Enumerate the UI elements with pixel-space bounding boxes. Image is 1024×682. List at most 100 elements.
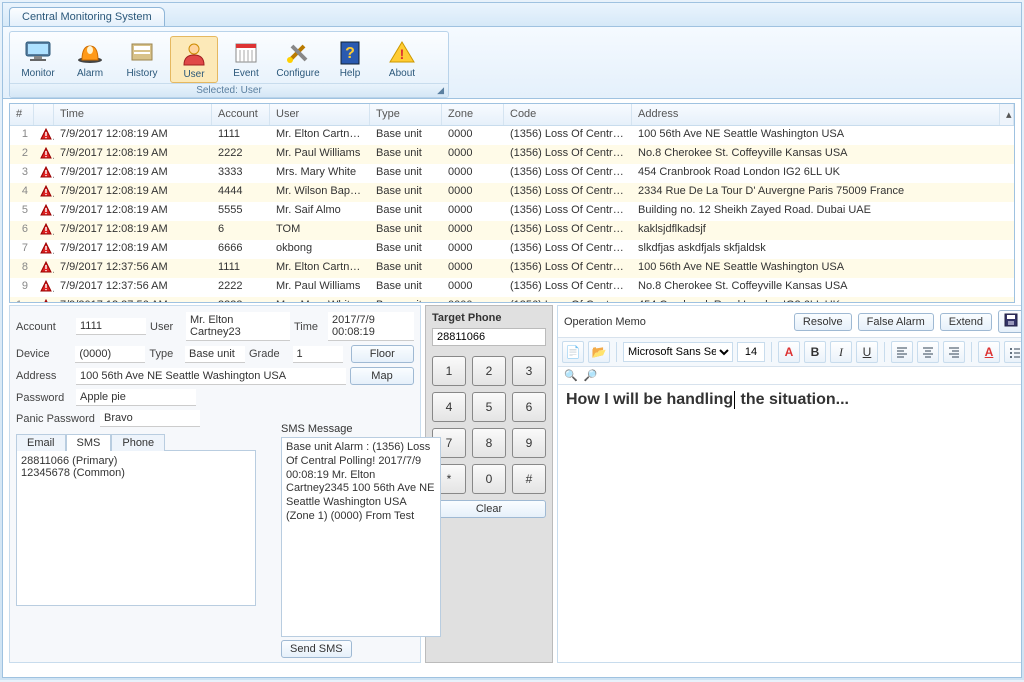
ribbon-label: User <box>183 69 204 80</box>
find-next-icon[interactable]: 🔎 <box>584 369 598 382</box>
send-sms-button[interactable]: Send SMS <box>281 640 352 658</box>
target-phone-label: Target Phone <box>432 312 546 324</box>
keypad-2[interactable]: 2 <box>472 356 506 386</box>
keypad-6[interactable]: 6 <box>512 392 546 422</box>
bold-icon[interactable]: B <box>804 341 826 363</box>
align-center-icon[interactable] <box>917 341 939 363</box>
false-alarm-button[interactable]: False Alarm <box>858 313 934 331</box>
memo-editor[interactable]: How I will be handling the situation... <box>558 384 1022 662</box>
table-row[interactable]: 17/9/2017 12:08:19 AM1111Mr. Elton Cartn… <box>10 126 1014 145</box>
keypad-1[interactable]: 1 <box>432 356 466 386</box>
bullets-icon[interactable] <box>1004 341 1022 363</box>
font-color-icon[interactable]: A <box>778 341 800 363</box>
field-account: 1111 <box>76 318 146 335</box>
ribbon-configure[interactable]: Configure <box>274 36 322 83</box>
field-type: Base unit <box>185 346 245 363</box>
font-size-input[interactable] <box>737 342 765 362</box>
table-row[interactable]: 107/9/2017 12:37:56 AM3333Mrs. Mary Whit… <box>10 297 1014 302</box>
alarm-icon <box>74 38 106 66</box>
list-item[interactable]: 12345678 (Common) <box>21 467 251 479</box>
keypad-5[interactable]: 5 <box>472 392 506 422</box>
keypad-9[interactable]: 9 <box>512 428 546 458</box>
field-address: 100 56th Ave NE Seattle Washington USA <box>76 368 346 385</box>
ribbon-help[interactable]: ? Help <box>326 36 374 83</box>
app-tab-label: Central Monitoring System <box>22 11 152 23</box>
configure-icon <box>282 38 314 66</box>
clear-button[interactable]: Clear <box>432 500 546 518</box>
save-icon <box>1004 313 1018 327</box>
table-row[interactable]: 67/9/2017 12:08:19 AM6TOMBase unit0000(1… <box>10 221 1014 240</box>
keypad-0[interactable]: 0 <box>472 464 506 494</box>
field-password: Apple pie <box>76 389 196 406</box>
table-row[interactable]: 87/9/2017 12:37:56 AM1111Mr. Elton Cartn… <box>10 259 1014 278</box>
tab-sms[interactable]: SMS <box>66 434 112 451</box>
tab-email[interactable]: Email <box>16 434 66 451</box>
font-select[interactable]: Microsoft Sans Ser <box>623 342 733 362</box>
new-doc-icon[interactable]: 📄 <box>562 341 584 363</box>
scroll-up-icon[interactable]: ▴ <box>1000 104 1014 125</box>
label-panic: Panic Password <box>16 413 96 425</box>
ribbon-label: Configure <box>276 68 319 79</box>
svg-text:!: ! <box>400 46 405 62</box>
map-button[interactable]: Map <box>350 367 414 385</box>
field-user: Mr. Elton Cartney23 <box>186 312 290 341</box>
svg-text:?: ? <box>345 45 355 62</box>
sms-contact-list[interactable]: 28811066 (Primary) 12345678 (Common) <box>16 451 256 606</box>
help-icon: ? <box>334 38 366 66</box>
ribbon-label: Event <box>233 68 259 79</box>
list-item[interactable]: 28811066 (Primary) <box>21 455 251 467</box>
alert-icon <box>34 202 54 221</box>
underline-icon[interactable]: U <box>856 341 878 363</box>
app-tab[interactable]: Central Monitoring System <box>9 7 165 26</box>
table-row[interactable]: 47/9/2017 12:08:19 AM4444Mr. Wilson Bapt… <box>10 183 1014 202</box>
ribbon-about[interactable]: ! About <box>378 36 426 83</box>
sms-message-box[interactable]: Base unit Alarm : (1356) Loss Of Central… <box>281 437 441 637</box>
grid-header: # Time Account User Type Zone Code Addre… <box>10 104 1014 126</box>
text-caret <box>734 391 735 409</box>
table-row[interactable]: 37/9/2017 12:08:19 AM3333Mrs. Mary White… <box>10 164 1014 183</box>
ribbon-user[interactable]: User <box>170 36 218 83</box>
target-phone-input[interactable] <box>432 328 546 346</box>
alert-icon <box>34 240 54 259</box>
user-icon <box>178 39 210 67</box>
label-device: Device <box>16 348 71 360</box>
highlight-icon[interactable]: A <box>978 341 1000 363</box>
table-row[interactable]: 77/9/2017 12:08:19 AM6666okbongBase unit… <box>10 240 1014 259</box>
keypad-3[interactable]: 3 <box>512 356 546 386</box>
tab-phone[interactable]: Phone <box>111 434 165 451</box>
ribbon-alarm[interactable]: Alarm <box>66 36 114 83</box>
table-row[interactable]: 27/9/2017 12:08:19 AM2222Mr. Paul Willia… <box>10 145 1014 164</box>
ribbon-dialog-launcher[interactable]: ◢ <box>437 85 444 96</box>
alert-icon <box>34 183 54 202</box>
memo-text-a: How I will be handling <box>566 391 733 408</box>
label-user: User <box>150 321 182 333</box>
keypad-#[interactable]: # <box>512 464 546 494</box>
align-left-icon[interactable] <box>891 341 913 363</box>
table-row[interactable]: 57/9/2017 12:08:19 AM5555Mr. Saif AlmoBa… <box>10 202 1014 221</box>
ribbon-monitor[interactable]: Monitor <box>14 36 62 83</box>
ribbon-history[interactable]: History <box>118 36 166 83</box>
open-icon[interactable]: 📂 <box>588 341 610 363</box>
monitor-icon <box>22 38 54 66</box>
align-right-icon[interactable] <box>943 341 965 363</box>
resolve-button[interactable]: Resolve <box>794 313 852 331</box>
table-row[interactable]: 97/9/2017 12:37:56 AM2222Mr. Paul Willia… <box>10 278 1014 297</box>
keypad-8[interactable]: 8 <box>472 428 506 458</box>
field-time: 2017/7/9 00:08:19 <box>328 312 414 341</box>
find-icon[interactable]: 🔍 <box>564 369 578 382</box>
keypad-4[interactable]: 4 <box>432 392 466 422</box>
label-address: Address <box>16 370 72 382</box>
label-account: Account <box>16 321 72 333</box>
italic-icon[interactable]: I <box>830 341 852 363</box>
ribbon-label: Help <box>340 68 361 79</box>
alert-icon <box>34 126 54 145</box>
floor-button[interactable]: Floor <box>351 345 414 363</box>
ribbon-event[interactable]: Event <box>222 36 270 83</box>
alert-icon <box>34 259 54 278</box>
operation-memo-label: Operation Memo <box>564 316 646 328</box>
extend-button[interactable]: Extend <box>940 313 992 331</box>
save-button[interactable] <box>998 310 1022 333</box>
label-time: Time <box>294 321 324 333</box>
ribbon-label: Alarm <box>77 68 103 79</box>
ribbon-label: History <box>126 68 157 79</box>
